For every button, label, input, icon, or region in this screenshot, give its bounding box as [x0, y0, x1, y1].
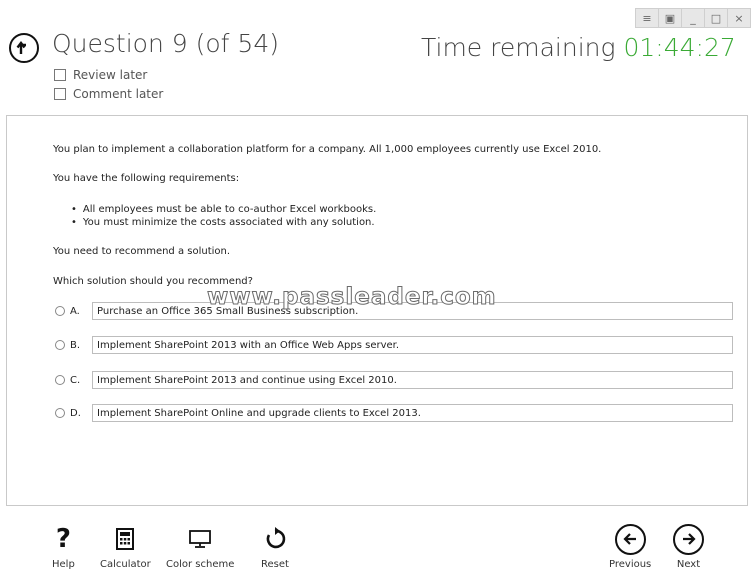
- help-label: Help: [52, 559, 75, 570]
- next-label: Next: [676, 559, 701, 570]
- radio-button[interactable]: [55, 408, 65, 418]
- option-letter: D.: [70, 407, 81, 419]
- review-later-checkbox[interactable]: Review later: [54, 68, 147, 82]
- snap-icon[interactable]: ▣: [658, 8, 682, 28]
- reset-icon: [263, 522, 287, 556]
- option-d[interactable]: D. Implement SharePoint Online and upgra…: [55, 404, 733, 422]
- reset-label: Reset: [261, 559, 289, 570]
- minimize-button[interactable]: _: [681, 8, 705, 28]
- color-scheme-label: Color scheme: [166, 559, 235, 570]
- option-letter: C.: [70, 374, 81, 386]
- radio-button[interactable]: [55, 375, 65, 385]
- up-arrow-icon: [16, 41, 26, 54]
- arrow-left-icon: [614, 523, 646, 555]
- question-title: Question 9 (of 54): [52, 29, 279, 58]
- question-panel: You plan to implement a collaboration pl…: [6, 115, 748, 506]
- option-text[interactable]: Implement SharePoint 2013 with an Office…: [92, 336, 733, 354]
- comment-later-label: Comment later: [73, 87, 164, 101]
- checkbox-icon: [54, 69, 66, 81]
- help-icon: ?: [55, 524, 71, 554]
- review-later-label: Review later: [73, 68, 148, 82]
- list-item: You must minimize the costs associated w…: [71, 216, 376, 229]
- next-button[interactable]: Next: [673, 522, 704, 570]
- color-scheme-button[interactable]: Color scheme: [166, 522, 234, 570]
- checkbox-icon: [54, 88, 66, 100]
- comment-later-checkbox[interactable]: Comment later: [54, 87, 163, 101]
- option-letter: B.: [70, 339, 81, 351]
- option-text[interactable]: Implement SharePoint Online and upgrade …: [92, 404, 733, 422]
- need-statement: You need to recommend a solution.: [53, 246, 231, 257]
- back-button[interactable]: [9, 33, 39, 63]
- radio-button[interactable]: [55, 306, 65, 316]
- window-controls: ≡ ▣ _ □ ×: [635, 8, 751, 28]
- arrow-right-icon: [673, 523, 704, 555]
- calculator-button[interactable]: Calculator: [100, 522, 151, 570]
- time-value: 01:44:27: [623, 33, 736, 62]
- option-text[interactable]: Implement SharePoint 2013 and continue u…: [92, 371, 733, 389]
- radio-button[interactable]: [55, 340, 65, 350]
- next-icon-wrap: [673, 522, 704, 556]
- reset-button[interactable]: Reset: [261, 522, 289, 570]
- close-button[interactable]: ×: [727, 8, 751, 28]
- help-button[interactable]: ? Help: [52, 522, 75, 570]
- monitor-icon: [188, 522, 212, 556]
- option-c[interactable]: C. Implement SharePoint 2013 and continu…: [55, 371, 733, 389]
- question-intro: You plan to implement a collaboration pl…: [53, 144, 602, 155]
- calculator-icon: [116, 522, 135, 556]
- option-b[interactable]: B. Implement SharePoint 2013 with an Off…: [55, 336, 733, 354]
- previous-button[interactable]: Previous: [609, 522, 651, 570]
- maximize-button[interactable]: □: [704, 8, 728, 28]
- option-letter: A.: [70, 305, 80, 317]
- calculator-label: Calculator: [100, 559, 151, 570]
- list-item: All employees must be able to co-author …: [71, 203, 376, 216]
- previous-label: Previous: [609, 559, 652, 570]
- menu-icon[interactable]: ≡: [635, 8, 659, 28]
- previous-icon-wrap: [614, 522, 646, 556]
- requirements-heading: You have the following requirements:: [53, 173, 240, 184]
- watermark: www.passleader.com: [207, 284, 497, 311]
- time-remaining-label: Time remaining: [421, 33, 616, 62]
- time-remaining: Time remaining 01:44:27: [421, 33, 736, 62]
- requirements-list: All employees must be able to co-author …: [71, 203, 376, 229]
